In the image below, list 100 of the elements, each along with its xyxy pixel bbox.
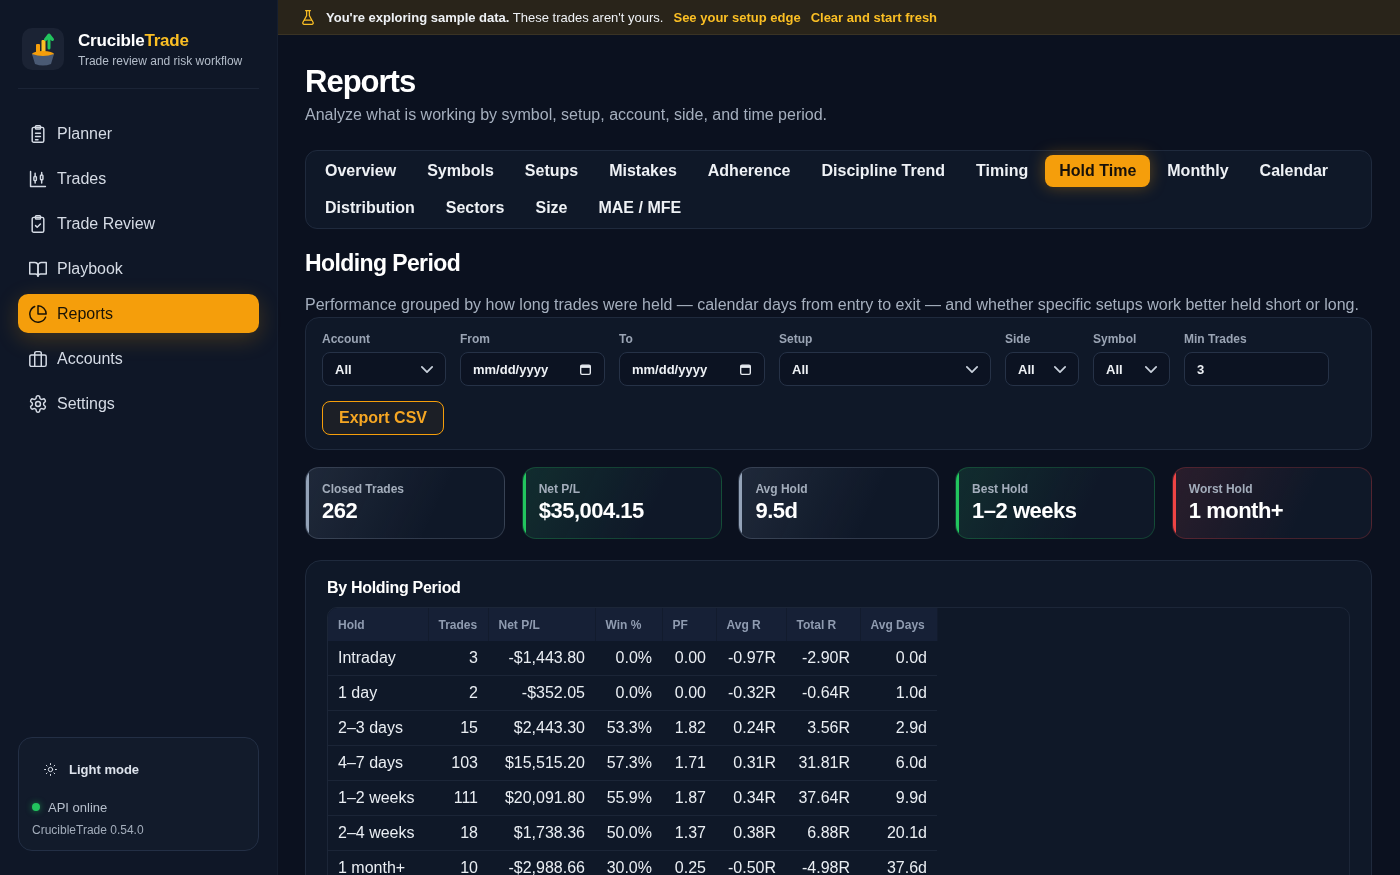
dropdown[interactable]: All	[1093, 352, 1170, 386]
settings-icon	[29, 394, 47, 413]
table-cell: 50.0%	[595, 815, 662, 851]
table-cell: $15,515.20	[488, 745, 595, 781]
book-icon	[29, 259, 47, 278]
tab[interactable]: Symbols	[413, 155, 508, 187]
table-cell: -0.50R	[716, 850, 786, 875]
dropdown[interactable]: All	[779, 352, 991, 386]
pie-chart-icon	[29, 304, 47, 323]
calendar-icon[interactable]	[580, 363, 591, 375]
briefcase-icon	[29, 349, 47, 368]
filter-label: Side	[1005, 332, 1032, 346]
table-cell: 1.82	[662, 710, 716, 746]
table-cell: 55.9%	[595, 780, 662, 816]
table-cell: 15	[428, 710, 488, 746]
column-header: Net P/L	[488, 608, 595, 641]
column-header: Total R	[786, 608, 860, 641]
date-field[interactable]: mm/dd/yyyy	[460, 352, 605, 386]
clipboard-check-icon	[29, 214, 47, 233]
table-cell: -0.97R	[716, 641, 786, 676]
table-cell: 37.6d	[860, 850, 937, 875]
table-cell: 0.00	[662, 675, 716, 711]
nav-item[interactable]: Settings	[18, 384, 259, 423]
column-header: PF	[662, 608, 716, 641]
table-cell: 0.24R	[716, 710, 786, 746]
stat-value: 1 month+	[1188, 498, 1284, 524]
calendar-icon[interactable]	[740, 363, 751, 375]
sun-icon	[44, 762, 57, 776]
table-cell: -0.32R	[716, 675, 786, 711]
table-cell: -4.98R	[786, 850, 860, 875]
tab[interactable]: Calendar	[1245, 155, 1343, 187]
nav-item[interactable]: Trade Review	[18, 204, 259, 243]
tab[interactable]: Timing	[962, 155, 1043, 187]
banner-link[interactable]: Clear and start fresh	[810, 9, 938, 25]
table-cell: 0.0d	[860, 641, 937, 676]
tab[interactable]: Setups	[510, 155, 593, 187]
nav-item[interactable]: Playbook	[18, 249, 259, 288]
tab[interactable]: Mistakes	[595, 155, 691, 187]
brand-tagline: Trade review and risk workflow	[78, 53, 243, 68]
dropdown[interactable]: All	[322, 352, 446, 386]
nav-item[interactable]: Trades	[18, 159, 259, 198]
table-cell: 1 day	[328, 675, 428, 711]
table-cell: 57.3%	[595, 745, 662, 781]
tab[interactable]: Distribution	[311, 192, 429, 224]
tab[interactable]: Overview	[311, 155, 411, 187]
tab[interactable]: Monthly	[1153, 155, 1243, 187]
filter-label: From	[460, 332, 491, 346]
filter-label: Symbol	[1093, 332, 1138, 346]
chevron-down-icon	[1145, 365, 1157, 373]
tab[interactable]: Discipline Trend	[807, 155, 960, 187]
table-cell: -$2,988.66	[488, 850, 595, 875]
table-cell: 0.34R	[716, 780, 786, 816]
nav-item[interactable]: Accounts	[18, 339, 259, 378]
tab[interactable]: Sectors	[431, 192, 519, 224]
stat-label: Net P/L	[538, 482, 582, 496]
table-cell: 0.38R	[716, 815, 786, 851]
table-cell: 1–2 weeks	[328, 780, 428, 816]
tab[interactable]: Adherence	[693, 155, 805, 187]
filter-label: To	[619, 332, 634, 346]
table-cell: $20,091.80	[488, 780, 595, 816]
table-cell: 0.25	[662, 850, 716, 875]
column-header: Trades	[428, 608, 488, 641]
tab[interactable]: MAE / MFE	[584, 192, 696, 224]
table-title: By Holding Period	[327, 578, 462, 598]
stat-label: Worst Hold	[1188, 482, 1254, 496]
chevron-down-icon	[1054, 365, 1066, 373]
table-cell: 20.1d	[860, 815, 937, 851]
table-cell: 10	[428, 850, 488, 875]
tab[interactable]: Hold Time	[1045, 155, 1151, 187]
table-cell: -0.64R	[786, 675, 860, 711]
table-cell: 53.3%	[595, 710, 662, 746]
filter-label: Account	[322, 332, 371, 346]
table-cell: 2–3 days	[328, 710, 428, 746]
table-cell: Intraday	[328, 641, 428, 676]
column-header: Avg Days	[860, 608, 937, 641]
table-cell: 2.9d	[860, 710, 937, 746]
clipboard-list-icon	[29, 124, 47, 143]
dropdown[interactable]: All	[1005, 352, 1079, 386]
app-version: CrucibleTrade 0.54.0	[32, 823, 145, 837]
nav-item[interactable]: Planner	[18, 114, 259, 153]
number-field[interactable]: 3	[1184, 352, 1329, 386]
table-cell: 37.64R	[786, 780, 860, 816]
table-cell: 30.0%	[595, 850, 662, 875]
table-cell: 9.9d	[860, 780, 937, 816]
theme-toggle-button[interactable]: Light mode	[32, 753, 152, 785]
nav-item[interactable]: Reports	[18, 294, 259, 333]
brand-name: CrucibleTrade	[78, 30, 190, 51]
table-cell: 0.00	[662, 641, 716, 676]
table-cell: 0.31R	[716, 745, 786, 781]
date-field[interactable]: mm/dd/yyyy	[619, 352, 765, 386]
section-title: Holding Period	[305, 250, 462, 276]
stat-label: Closed Trades	[322, 482, 405, 496]
table-cell: 2	[428, 675, 488, 711]
tab[interactable]: Size	[521, 192, 582, 224]
banner-link[interactable]: See your setup edge	[673, 9, 801, 25]
table-cell: 2–4 weeks	[328, 815, 428, 851]
filter-label: Setup	[779, 332, 814, 346]
export-csv-button[interactable]: Export CSV	[322, 401, 444, 435]
table-cell: 18	[428, 815, 488, 851]
table-cell: 6.88R	[786, 815, 860, 851]
